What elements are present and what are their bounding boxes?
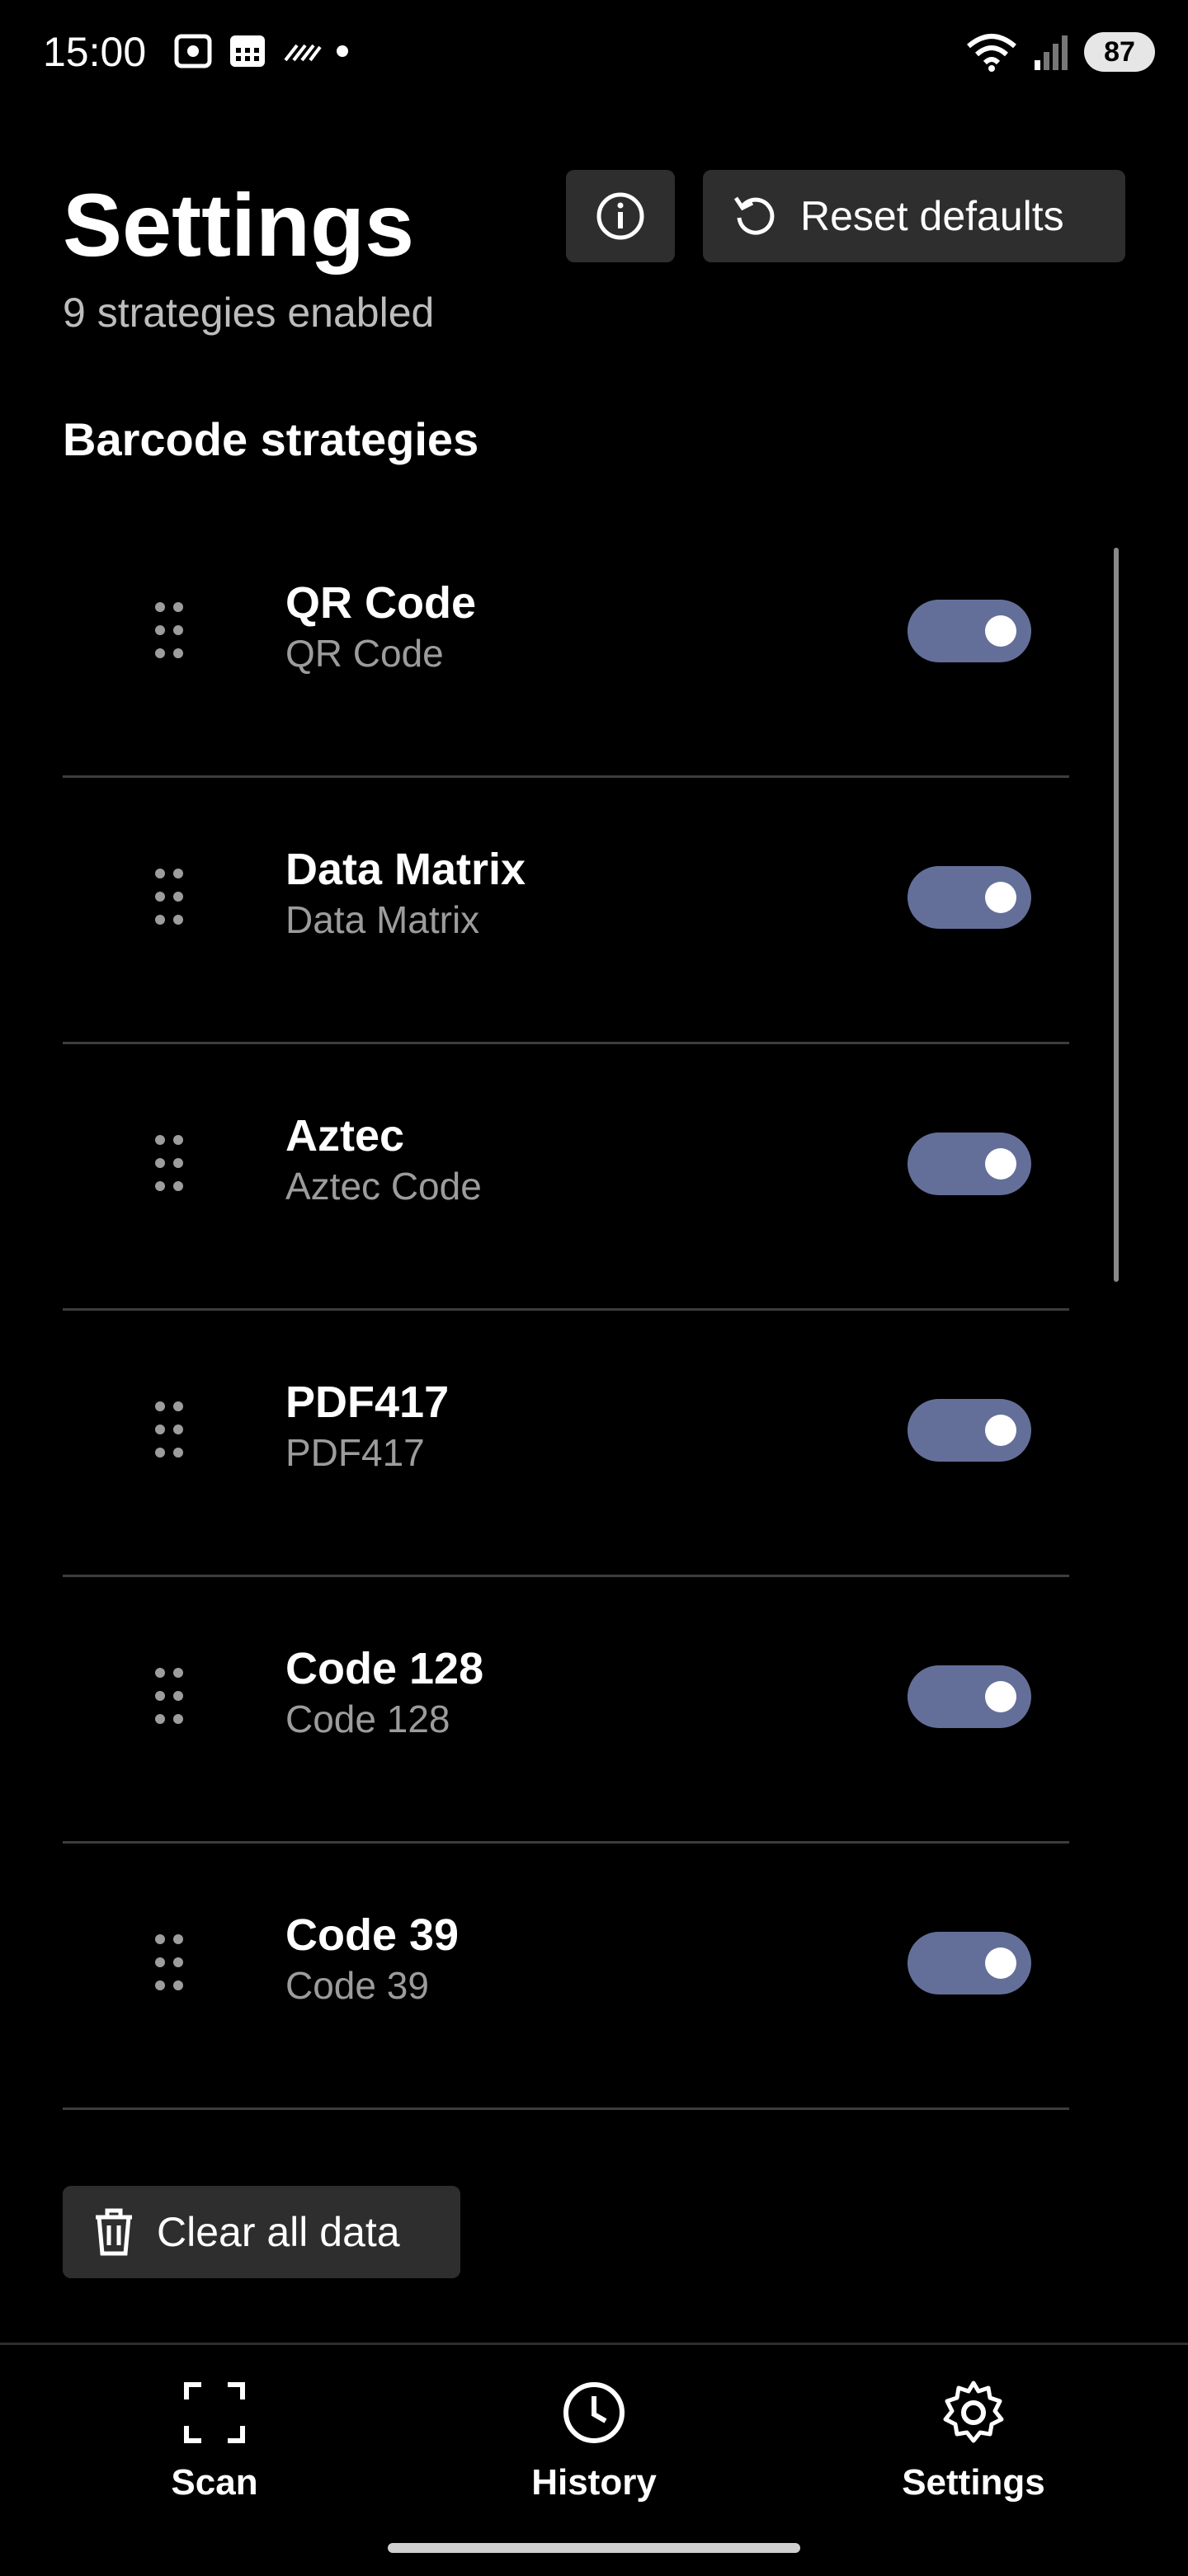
nav-history[interactable]: History bbox=[470, 2378, 718, 2503]
scan-icon bbox=[184, 2382, 245, 2443]
status-time: 15:00 bbox=[43, 29, 147, 75]
strategy-toggle[interactable] bbox=[908, 866, 1031, 929]
strategy-title: Code 128 bbox=[285, 1644, 484, 1693]
clear-all-data-label: Clear all data bbox=[157, 2209, 400, 2255]
enabled-count: 9 strategies enabled bbox=[63, 290, 435, 336]
wifi-icon bbox=[967, 34, 1016, 72]
scrollbar[interactable] bbox=[1114, 548, 1119, 1282]
toggle-knob bbox=[985, 1947, 1016, 1979]
nav-settings[interactable]: Settings bbox=[850, 2378, 1097, 2503]
nav-scan-label: Scan bbox=[171, 2462, 258, 2503]
info-icon bbox=[596, 192, 644, 240]
calendar-icon bbox=[230, 35, 265, 67]
screenshot-icon bbox=[174, 34, 212, 68]
strategy-row[interactable]: Data Matrix Data Matrix bbox=[63, 778, 1069, 1044]
signal-icon bbox=[1035, 35, 1068, 70]
nav-history-label: History bbox=[531, 2462, 657, 2503]
strategy-row[interactable]: Code 128 Code 128 bbox=[63, 1577, 1069, 1844]
toggle-knob bbox=[985, 1148, 1016, 1180]
clear-all-data-button[interactable]: Clear all data bbox=[63, 2186, 460, 2278]
strategy-row[interactable]: QR Code QR Code bbox=[63, 511, 1069, 778]
strategy-title: Code 39 bbox=[285, 1910, 460, 1960]
battery-indicator: 87 bbox=[1084, 32, 1155, 72]
strategy-subtitle: Aztec Code bbox=[285, 1165, 482, 1208]
drag-handle-icon[interactable] bbox=[155, 1135, 188, 1193]
trash-icon bbox=[96, 2208, 132, 2256]
page-title: Settings bbox=[63, 175, 415, 275]
nav-settings-label: Settings bbox=[902, 2462, 1045, 2503]
drag-handle-icon[interactable] bbox=[155, 1401, 188, 1459]
home-indicator[interactable] bbox=[388, 2543, 800, 2553]
status-left-icons bbox=[173, 33, 348, 69]
stripe-icon bbox=[284, 44, 322, 62]
notification-dot bbox=[337, 45, 348, 57]
nav-scan[interactable]: Scan bbox=[91, 2378, 338, 2503]
strategy-list: QR Code QR Code Data Matrix Data Matrix Azte… bbox=[63, 511, 1069, 2110]
drag-handle-icon[interactable] bbox=[155, 869, 188, 926]
strategy-toggle[interactable] bbox=[908, 600, 1031, 662]
strategy-row[interactable]: Code 39 Code 39 bbox=[63, 1844, 1069, 2110]
reset-defaults-label: Reset defaults bbox=[800, 193, 1064, 239]
strategy-subtitle: Code 128 bbox=[285, 1698, 450, 1740]
strategy-subtitle: Code 39 bbox=[285, 1964, 429, 2007]
info-button[interactable] bbox=[566, 170, 675, 262]
strategy-row[interactable]: Aztec Aztec Code bbox=[63, 1044, 1069, 1311]
strategy-toggle[interactable] bbox=[908, 1665, 1031, 1728]
toggle-knob bbox=[985, 1415, 1016, 1446]
strategy-toggle[interactable] bbox=[908, 1399, 1031, 1462]
strategy-title: QR Code bbox=[285, 578, 477, 628]
drag-handle-icon[interactable] bbox=[155, 1668, 188, 1726]
strategy-title: PDF417 bbox=[285, 1377, 450, 1427]
strategy-row[interactable]: PDF417 PDF417 bbox=[63, 1311, 1069, 1577]
strategy-title: Aztec bbox=[285, 1111, 405, 1161]
toggle-knob bbox=[985, 1681, 1016, 1712]
strategy-subtitle: PDF417 bbox=[285, 1431, 425, 1474]
status-right-icons: 87 bbox=[965, 31, 1155, 73]
toggle-knob bbox=[985, 882, 1016, 913]
drag-handle-icon[interactable] bbox=[155, 1934, 188, 1992]
strategy-subtitle: QR Code bbox=[285, 632, 444, 675]
strategy-title: Data Matrix bbox=[285, 845, 526, 894]
reset-icon bbox=[733, 196, 775, 235]
status-bar: 15:00 87 bbox=[0, 0, 1188, 115]
strategy-toggle[interactable] bbox=[908, 1133, 1031, 1195]
toggle-knob bbox=[985, 615, 1016, 647]
bottom-navigation: Scan History Settings bbox=[0, 2343, 1188, 2576]
strategy-toggle[interactable] bbox=[908, 1932, 1031, 1994]
reset-defaults-button[interactable]: Reset defaults bbox=[703, 170, 1125, 262]
gear-icon bbox=[943, 2381, 1004, 2443]
strategy-subtitle: Data Matrix bbox=[285, 898, 480, 941]
history-icon bbox=[563, 2382, 625, 2443]
drag-handle-icon[interactable] bbox=[155, 602, 188, 660]
section-title: Barcode strategies bbox=[63, 413, 479, 465]
